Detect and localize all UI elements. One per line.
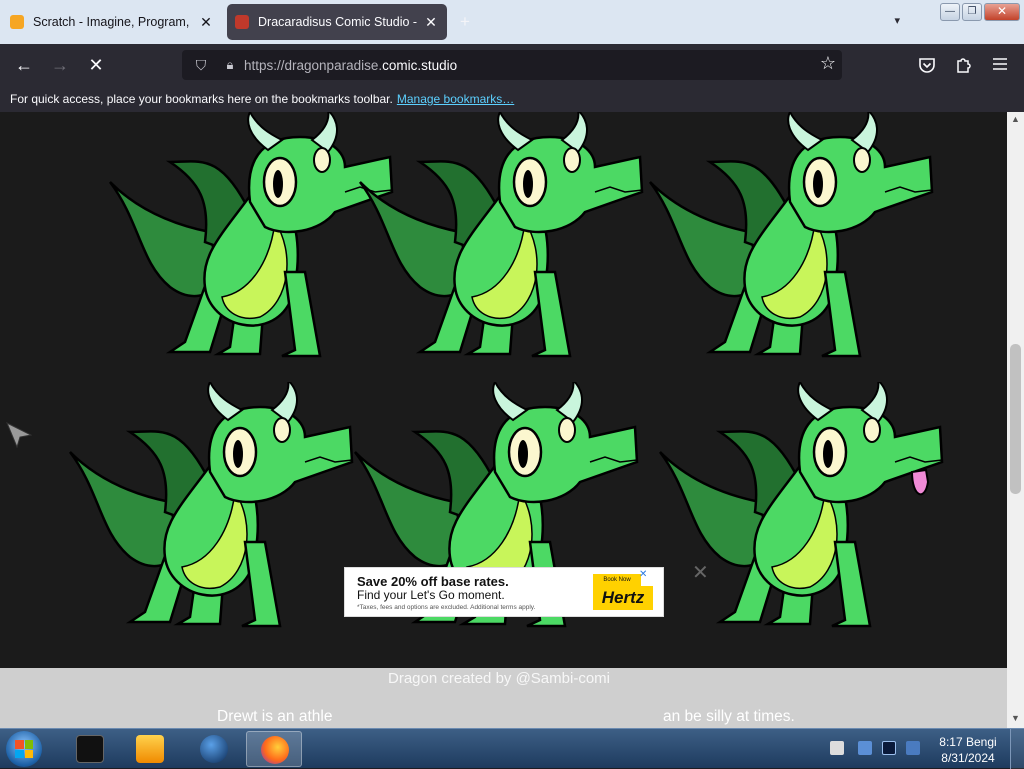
forward-button[interactable]: → <box>46 52 74 78</box>
menu-icon[interactable] <box>992 57 1008 71</box>
terminal-icon <box>76 735 104 763</box>
clock-time: 8:17 Bengi <box>939 735 997 749</box>
dismiss-ad-button[interactable]: ✕ <box>692 560 709 585</box>
taskbar-media-player[interactable] <box>122 731 178 767</box>
dragon-sprite-3 <box>648 112 934 358</box>
clock-date: 8/31/2024 <box>941 751 995 765</box>
ad-fineprint: *Taxes, fees and options are excluded. A… <box>357 604 536 611</box>
tab-title: Scratch - Imagine, Program, Sh <box>33 15 192 29</box>
volume-icon[interactable] <box>906 741 920 755</box>
back-button[interactable]: ← <box>10 52 38 78</box>
scratch-favicon-icon <box>10 15 24 29</box>
windows-logo-icon <box>15 740 33 758</box>
hertz-ad-banner[interactable]: Save 20% off base rates. Find your Let's… <box>344 567 664 617</box>
page-scrollbar[interactable]: ▲ ▼ <box>1007 112 1024 728</box>
url-domain: comic.studio <box>382 57 458 73</box>
new-tab-button[interactable]: + <box>460 12 470 32</box>
taskbar-terminal[interactable] <box>62 731 118 767</box>
list-all-tabs-icon[interactable]: ▾ <box>894 14 900 27</box>
taskbar-firefox[interactable] <box>246 731 302 767</box>
tab-scratch[interactable]: Scratch - Imagine, Program, Sh ✕ <box>2 4 222 40</box>
tab-dracaradisus[interactable]: Dracaradisus Comic Studio - m ✕ <box>227 4 447 40</box>
tab-close-icon[interactable]: ✕ <box>423 14 439 31</box>
taskbar-globe[interactable] <box>186 731 242 767</box>
scroll-up-icon[interactable]: ▲ <box>1010 114 1021 124</box>
ad-headline: Save 20% off base rates. <box>357 574 509 589</box>
taskbar-clock[interactable]: 8:17 Bengi 8/31/2024 <box>932 729 1004 769</box>
display-icon[interactable] <box>882 741 896 755</box>
ad-close-icon[interactable]: ✕ <box>639 569 647 580</box>
close-window-button[interactable]: ✕ <box>984 3 1020 21</box>
pocket-icon[interactable] <box>918 56 936 74</box>
lock-icon[interactable]: 🔒︎ <box>216 57 244 73</box>
tab-strip: Scratch - Imagine, Program, Sh ✕ Dracara… <box>0 0 1024 44</box>
media-player-icon <box>136 735 164 763</box>
address-bar[interactable]: ⛉ 🔒︎ https://dragonparadise. comic.studio… <box>182 50 842 80</box>
character-description: Drewt is an athle an be silly at times. <box>217 708 795 726</box>
restore-button[interactable]: ❐ <box>962 3 982 21</box>
caption-band: Dragon created by @Sambi-comi Drewt is a… <box>0 668 1007 728</box>
dragon-sprite-4 <box>68 382 354 628</box>
extensions-icon[interactable] <box>955 55 973 74</box>
description-left: Drewt is an athle <box>217 708 333 725</box>
tab-close-icon[interactable]: ✕ <box>198 14 214 31</box>
bookmark-star-icon[interactable]: ☆ <box>820 53 836 74</box>
action-center-icon[interactable] <box>830 741 844 755</box>
globe-icon <box>200 735 228 763</box>
manage-bookmarks-link[interactable]: Manage bookmarks… <box>397 92 514 106</box>
scroll-down-icon[interactable]: ▼ <box>1010 713 1021 723</box>
hertz-logo: Hertz <box>593 586 653 610</box>
dragon-favicon-icon <box>235 15 249 29</box>
minimize-button[interactable]: — <box>940 3 960 21</box>
url-prefix: https://dragonparadise. <box>244 57 383 73</box>
dragon-sprite-6 <box>658 382 944 628</box>
ad-subline: Find your Let's Go moment. <box>357 588 505 602</box>
web-page: Dragon created by @Sambi-comi Drewt is a… <box>0 112 1007 728</box>
stop-button[interactable]: ✕ <box>82 52 110 78</box>
start-button[interactable] <box>6 731 42 767</box>
bookmarks-hint: For quick access, place your bookmarks h… <box>10 92 393 106</box>
dragon-tongue <box>910 468 930 496</box>
scroll-thumb[interactable] <box>1010 344 1021 494</box>
mouse-cursor-icon <box>6 422 32 448</box>
tracking-protection-icon[interactable]: ⛉ <box>186 57 216 74</box>
bookmarks-toolbar: For quick access, place your bookmarks h… <box>0 86 1024 112</box>
description-right: an be silly at times. <box>663 708 795 725</box>
navigation-toolbar: ← → ✕ ⛉ 🔒︎ https://dragonparadise. comic.… <box>0 44 1024 86</box>
dragon-sprite-2 <box>358 112 644 358</box>
firefox-icon <box>261 736 289 764</box>
taskbar: 8:17 Bengi 8/31/2024 <box>0 728 1024 769</box>
shield-icon[interactable] <box>858 741 872 755</box>
system-tray <box>828 729 932 769</box>
window-controls: — ❐ ✕ <box>940 3 1020 21</box>
show-desktop-button[interactable] <box>1010 729 1024 769</box>
creator-credit: Dragon created by @Sambi-comi <box>388 670 610 687</box>
tab-title: Dracaradisus Comic Studio - m <box>258 15 417 29</box>
ad-book-now-button[interactable]: Book Now <box>593 574 641 586</box>
